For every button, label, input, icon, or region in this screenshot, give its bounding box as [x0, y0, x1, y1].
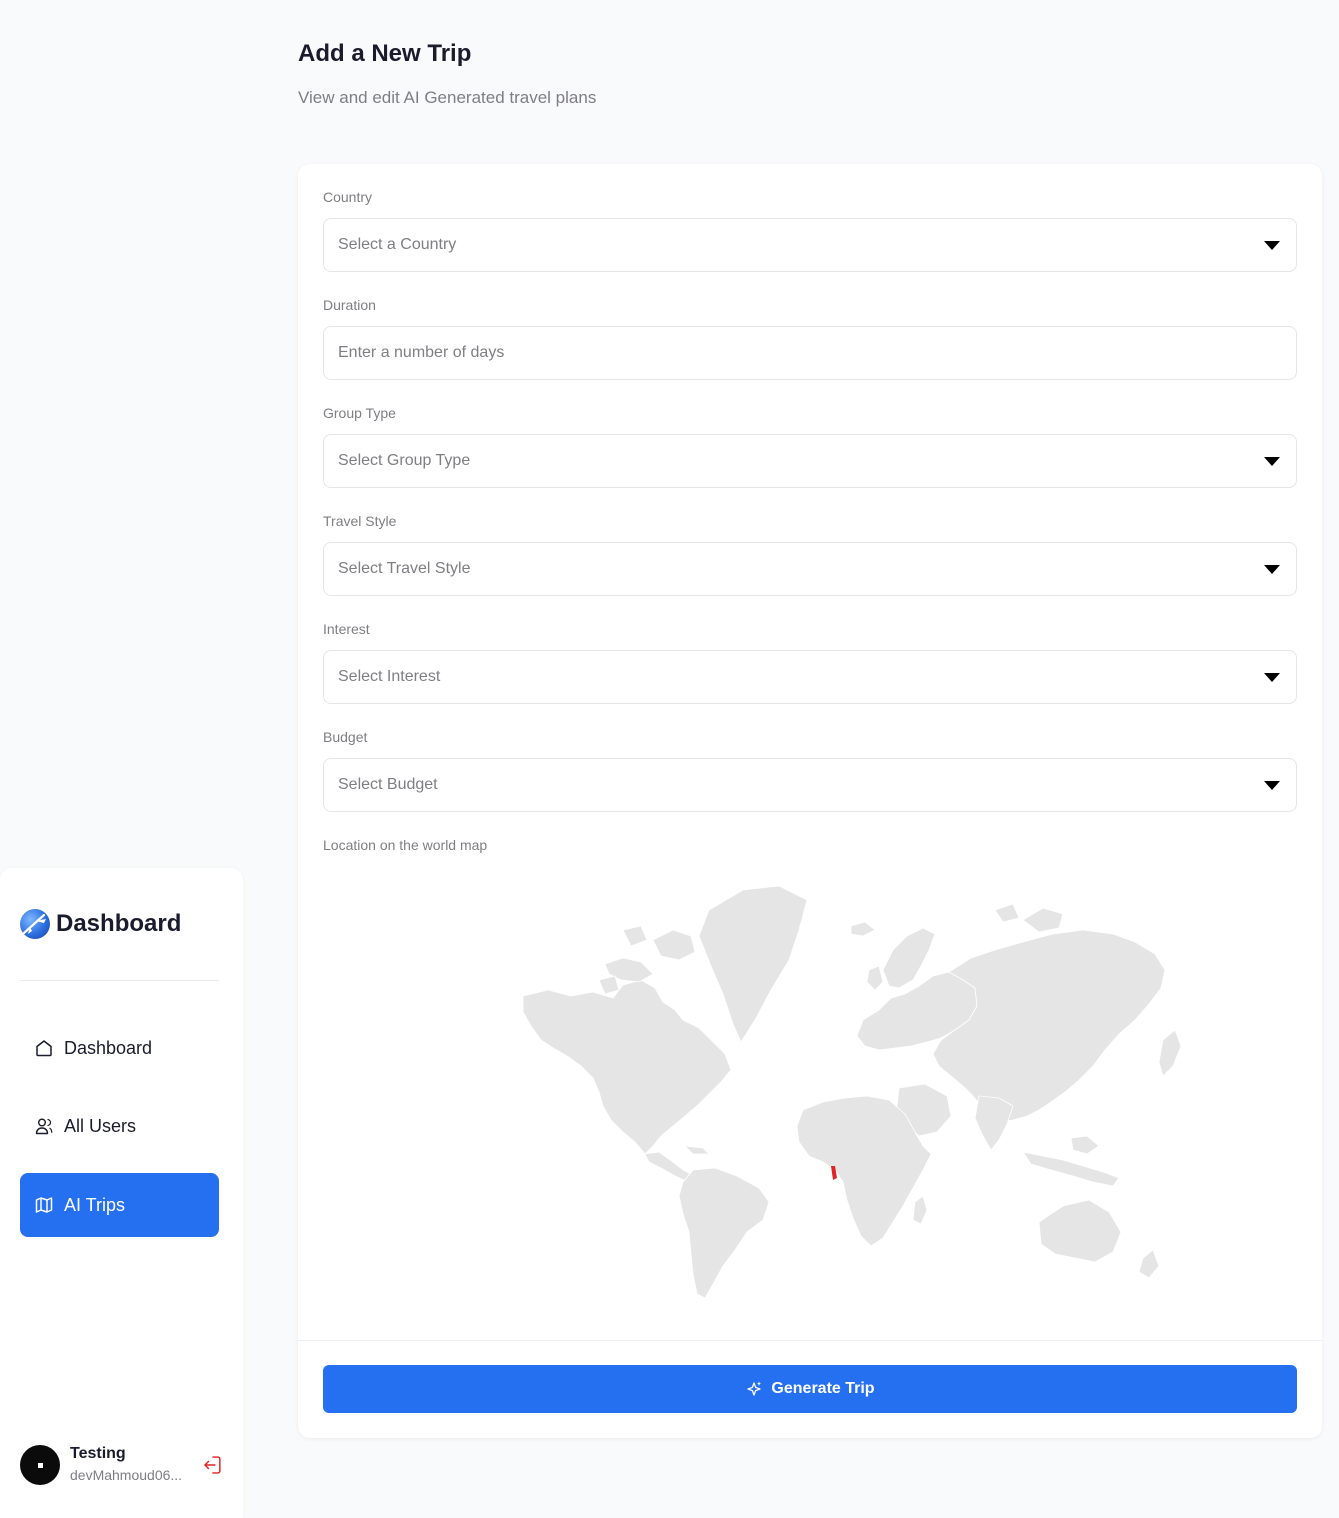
- brand[interactable]: Dashboard: [20, 908, 181, 940]
- duration-label: Duration: [323, 297, 376, 313]
- page: Dashboard Dashboard All Users AI Trips T…: [0, 0, 1339, 1518]
- country-label: Country: [323, 189, 373, 205]
- sidebar-item-all-users[interactable]: All Users: [20, 1094, 219, 1158]
- caret-down-icon: [1264, 781, 1280, 790]
- country-select[interactable]: Select a Country: [323, 218, 1297, 272]
- sidebar: Dashboard Dashboard All Users AI Trips T…: [0, 868, 243, 1518]
- generate-trip-button[interactable]: Generate Trip: [323, 1365, 1297, 1413]
- divider: [20, 980, 219, 981]
- logout-icon[interactable]: [201, 1453, 225, 1477]
- country-select-value: Select a Country: [338, 236, 457, 253]
- budget-label: Budget: [323, 729, 368, 745]
- interest-select[interactable]: Select Interest: [323, 650, 1297, 704]
- map-region-india: [974, 1095, 1014, 1151]
- travel-style-label: Travel Style: [323, 513, 397, 529]
- sidebar-item-dashboard[interactable]: Dashboard: [20, 1016, 219, 1080]
- trip-form: Country Select a Country Duration Enter …: [298, 164, 1322, 1438]
- caret-down-icon: [1264, 457, 1280, 466]
- sidebar-item-label: All Users: [64, 1115, 137, 1136]
- map-region-north-america: [522, 979, 732, 1155]
- map-region-asia: [932, 929, 1166, 1123]
- caret-down-icon: [1264, 565, 1280, 574]
- budget-select[interactable]: Select Budget: [323, 758, 1297, 812]
- page-title: Add a New Trip: [298, 40, 472, 67]
- group-type-select[interactable]: Select Group Type: [323, 434, 1297, 488]
- avatar[interactable]: [20, 1445, 60, 1485]
- interest-label: Interest: [323, 621, 370, 637]
- divider: [298, 1340, 1322, 1341]
- user-name: Testing: [70, 1445, 126, 1462]
- map-label: Location on the world map: [323, 837, 488, 853]
- brand-title: Dashboard: [56, 910, 182, 937]
- generate-trip-label: Generate Trip: [771, 1380, 875, 1397]
- caret-down-icon: [1264, 241, 1280, 250]
- budget-select-value: Select Budget: [338, 776, 438, 793]
- globe-plane-icon: [20, 909, 50, 939]
- map-region-indonesia: [1022, 1151, 1120, 1187]
- interest-select-value: Select Interest: [338, 668, 441, 685]
- travel-style-select[interactable]: Select Travel Style: [323, 542, 1297, 596]
- map-region-south-america: [678, 1167, 770, 1299]
- home-icon: [36, 1040, 52, 1057]
- duration-placeholder: Enter a number of days: [338, 344, 505, 361]
- map-region-australia: [1038, 1199, 1122, 1263]
- travel-style-select-value: Select Travel Style: [338, 560, 471, 577]
- sparkles-icon: [747, 1381, 762, 1396]
- page-subtitle: View and edit AI Generated travel plans: [298, 88, 597, 107]
- world-map[interactable]: [323, 870, 1297, 1310]
- sidebar-item-label: Dashboard: [64, 1037, 153, 1058]
- duration-input[interactable]: Enter a number of days: [323, 326, 1297, 380]
- group-type-label: Group Type: [323, 405, 396, 421]
- sidebar-item-ai-trips[interactable]: AI Trips: [20, 1173, 219, 1237]
- users-icon: [35, 1118, 53, 1135]
- group-type-select-value: Select Group Type: [338, 452, 471, 469]
- map-icon: [35, 1197, 53, 1213]
- user-profile: Testing devMahmoud06...: [20, 1444, 225, 1486]
- caret-down-icon: [1264, 673, 1280, 682]
- map-region-greenland: [698, 885, 808, 1043]
- sidebar-item-label: AI Trips: [64, 1194, 126, 1215]
- user-email: devMahmoud06...: [70, 1467, 183, 1483]
